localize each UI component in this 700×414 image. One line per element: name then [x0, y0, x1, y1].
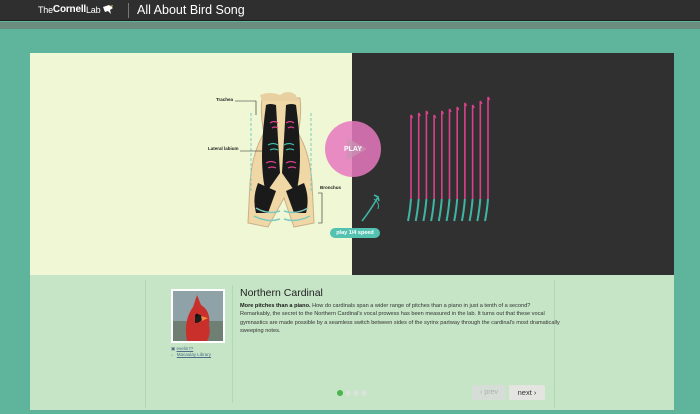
- spectrogram-stroke: [460, 102, 468, 222]
- label-bronchus: Bronchus: [320, 185, 341, 190]
- library-link[interactable]: Macaulay Library: [177, 352, 211, 357]
- interactive-stage: Trachea Lateral labium Bronchus PLAY pla…: [30, 53, 674, 275]
- cardinal-image: [173, 291, 223, 341]
- top-bar: The Cornell Lab All About Bird Song: [0, 0, 700, 21]
- next-button[interactable]: next ›: [509, 385, 545, 400]
- header-divider: [128, 3, 129, 18]
- spectrogram-stroke: [453, 106, 460, 222]
- spectrogram-stroke: [484, 96, 491, 222]
- logo-lab: Lab: [85, 4, 101, 15]
- play-label: PLAY: [343, 145, 363, 153]
- info-panel: ▣ evelin?? ♩ Macaulay Library Northern C…: [30, 275, 674, 410]
- syrinx-diagram: [235, 92, 323, 228]
- description-lead: More pitches than a piano.: [240, 303, 311, 309]
- logo-the: The: [38, 4, 53, 15]
- spectrogram-stroke: [445, 108, 452, 222]
- spectrogram-stroke: [476, 100, 483, 222]
- pager-dot-2[interactable]: [345, 390, 351, 396]
- library-credit[interactable]: ♩ Macaulay Library: [171, 352, 211, 358]
- bird-name: Northern Cardinal: [240, 287, 323, 299]
- sub-bar: [0, 22, 700, 29]
- pager-dots: [337, 390, 367, 396]
- cornell-lab-logo[interactable]: The Cornell Lab: [38, 4, 114, 15]
- cornell-bird-icon: [103, 5, 114, 14]
- spectrogram-stroke: [430, 114, 437, 222]
- spectrogram-stroke: [414, 112, 421, 222]
- pager-dot-3[interactable]: [353, 390, 359, 396]
- label-lateral-labium: Lateral labium: [208, 146, 239, 151]
- description: More pitches than a piano. How do cardin…: [240, 302, 560, 336]
- spectrogram-stroke: [437, 110, 445, 222]
- prev-button[interactable]: ‹ prev: [472, 385, 506, 400]
- photographer-link[interactable]: evelin??: [177, 346, 194, 351]
- bird-photo[interactable]: [171, 289, 225, 343]
- app-title: All About Bird Song: [137, 3, 245, 17]
- spectrogram-stroke: [422, 110, 429, 222]
- quarter-speed-button[interactable]: play 1/4 speed: [330, 228, 380, 238]
- info-divider: [232, 285, 233, 403]
- camera-icon: ▣: [171, 346, 176, 351]
- chevron-right-icon: ›: [531, 388, 537, 397]
- prev-label: prev: [484, 389, 498, 396]
- speaker-icon: ♩: [171, 352, 176, 357]
- next-label: next: [517, 388, 532, 397]
- pager-dot-1[interactable]: [337, 390, 343, 396]
- label-trachea: Trachea: [216, 97, 234, 102]
- spectrogram: [361, 96, 491, 222]
- logo-name: Cornell: [52, 4, 86, 15]
- spectrogram-stroke: [407, 114, 414, 222]
- pager-dot-4[interactable]: [361, 390, 367, 396]
- photo-credits: ▣ evelin?? ♩ Macaulay Library: [171, 346, 211, 358]
- spectrogram-stroke: [468, 104, 475, 222]
- play-button[interactable]: PLAY: [325, 121, 381, 177]
